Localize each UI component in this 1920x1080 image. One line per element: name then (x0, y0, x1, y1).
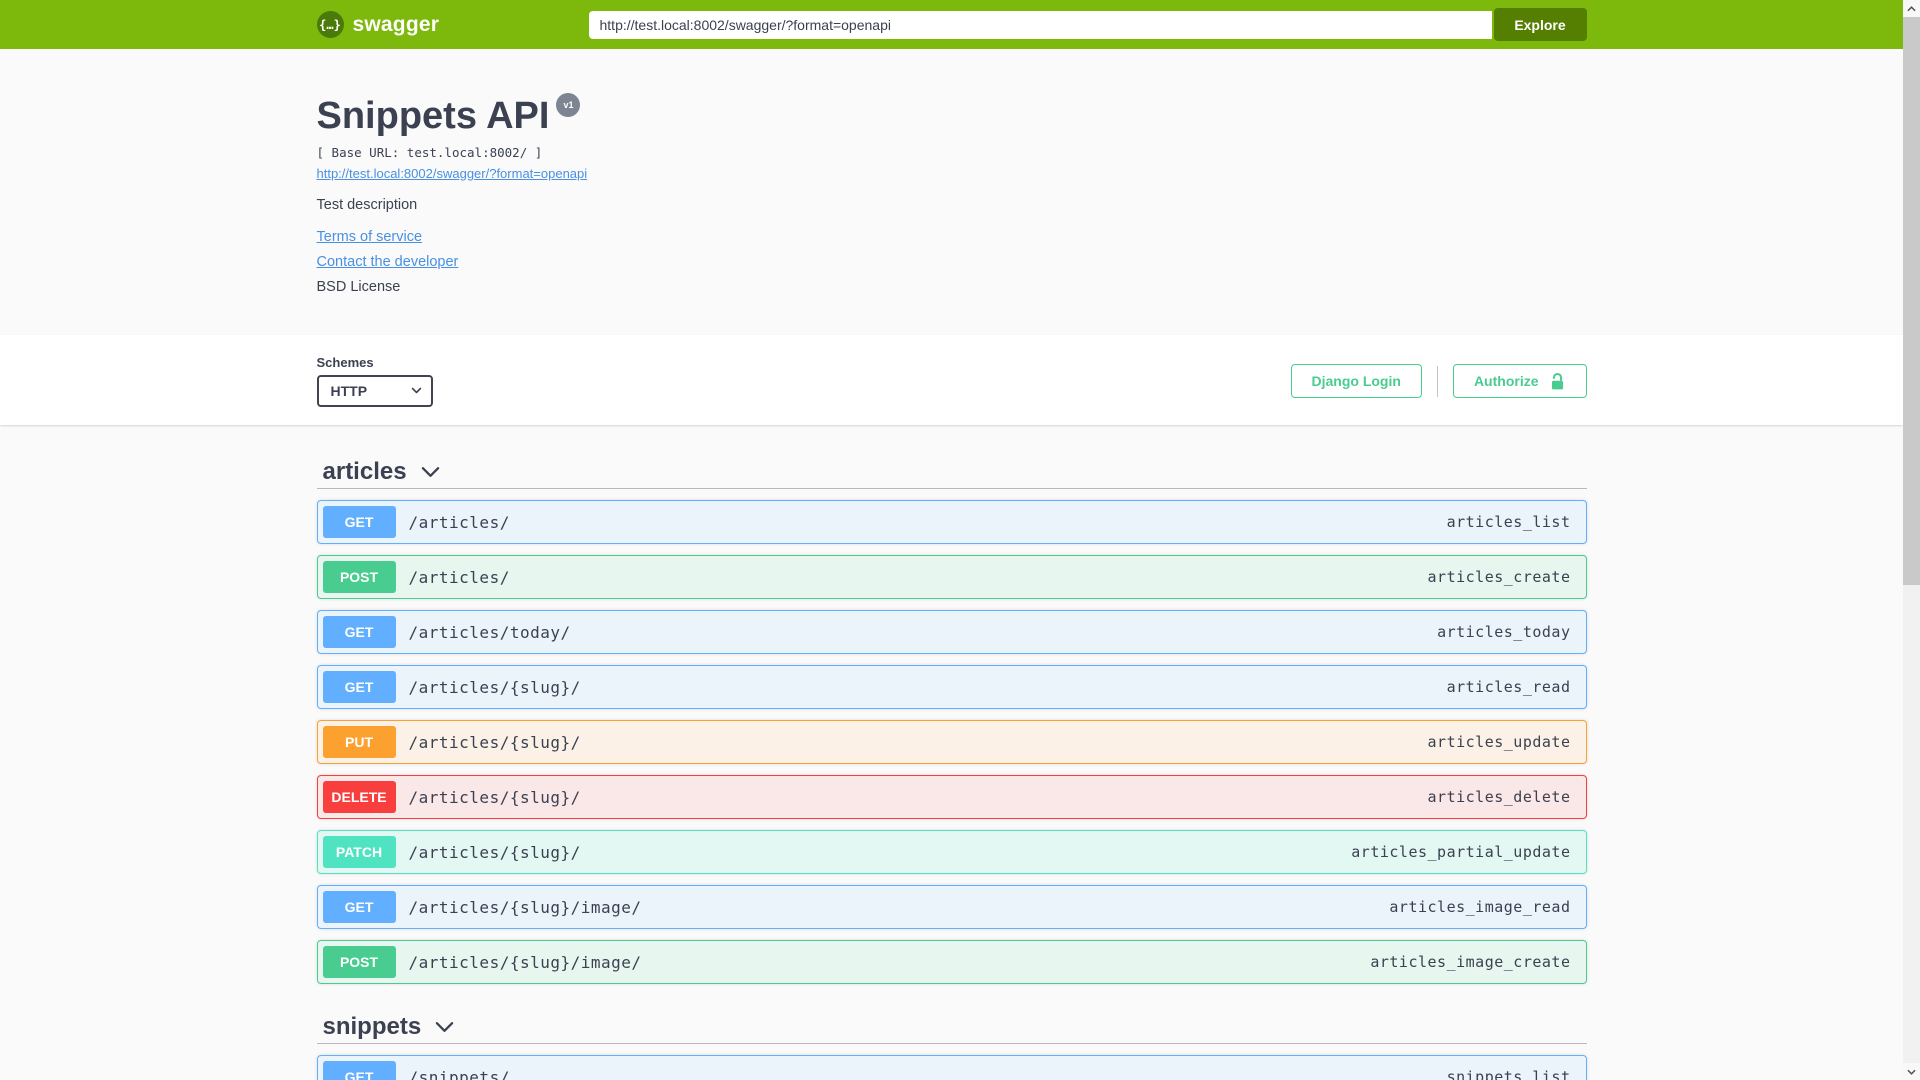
api-section: articles GET /articles/ articles_list PO… (316, 459, 1587, 984)
api-url-input[interactable] (588, 10, 1492, 39)
license-text: BSD License (316, 279, 401, 295)
operation-id: articles_today (1437, 623, 1571, 641)
schemes-label: Schemes (316, 355, 374, 370)
operation-id: articles_delete (1427, 788, 1571, 806)
django-login-label: Django Login (1311, 373, 1401, 389)
method-badge: GET (322, 671, 396, 703)
endpoint-row[interactable]: GET /snippets/ snippets_list (316, 1055, 1587, 1080)
endpoint-path: /snippets/ (408, 1067, 510, 1080)
api-description: Test description (316, 197, 418, 213)
swagger-ui-page: {…} swagger Explore Snippets API v1 [ Ba… (0, 0, 1903, 1080)
endpoint-path: /articles/today/ (408, 622, 571, 642)
api-title-text: Snippets API (316, 95, 550, 137)
scheme-select[interactable]: HTTP (316, 375, 433, 407)
endpoint-row[interactable]: PUT /articles/{slug}/ articles_update (316, 720, 1587, 764)
endpoint-row[interactable]: POST /articles/{slug}/image/ articles_im… (316, 940, 1587, 984)
scrollbar[interactable] (1903, 0, 1920, 1080)
operation-id: articles_partial_update (1351, 843, 1571, 861)
django-login-button[interactable]: Django Login (1290, 364, 1422, 398)
endpoint-path: /articles/{slug}/image/ (408, 952, 642, 972)
endpoint-path: /articles/{slug}/ (408, 787, 581, 807)
method-badge: PATCH (322, 836, 396, 868)
swagger-logo: {…} swagger (316, 11, 589, 38)
method-badge: POST (322, 561, 396, 593)
endpoint-path: /articles/{slug}/ (408, 842, 581, 862)
method-badge: GET (322, 891, 396, 923)
section-title-text: snippets (322, 1013, 422, 1040)
scrollbar-thumb[interactable] (1903, 17, 1920, 585)
method-badge: GET (322, 1061, 396, 1080)
api-info-section: Snippets API v1 [ Base URL: test.local:8… (0, 49, 1903, 335)
operation-id: articles_image_create (1370, 953, 1571, 971)
scheme-container: Schemes HTTP Django Login Authorize (0, 335, 1903, 425)
explore-button[interactable]: Explore (1493, 8, 1587, 41)
method-badge: PUT (322, 726, 396, 758)
section-title[interactable]: articles (317, 459, 1587, 485)
auth-wrapper: Django Login Authorize (1290, 364, 1587, 398)
terms-of-service-link[interactable]: Terms of service (317, 229, 423, 245)
endpoint-row[interactable]: GET /articles/{slug}/ articles_read (316, 665, 1587, 709)
section-divider (316, 488, 1587, 489)
sections: articles GET /articles/ articles_list PO… (316, 425, 1587, 1080)
endpoint-row[interactable]: GET /articles/{slug}/image/ articles_ima… (316, 885, 1587, 929)
endpoint-path: /articles/{slug}/ (408, 677, 581, 697)
schemes-group: Schemes HTTP (316, 355, 433, 407)
topbar: {…} swagger Explore (0, 0, 1903, 49)
operation-id: articles_update (1427, 733, 1571, 751)
page-title: Snippets API v1 (316, 93, 1587, 137)
endpoint-row[interactable]: GET /articles/today/ articles_today (316, 610, 1587, 654)
operation-id: articles_create (1427, 568, 1571, 586)
authorize-button[interactable]: Authorize (1452, 364, 1587, 398)
endpoint-row[interactable]: PATCH /articles/{slug}/ articles_partial… (316, 830, 1587, 874)
section-divider (316, 1043, 1587, 1044)
swagger-logo-icon: {…} (316, 11, 344, 38)
chevron-down-icon (435, 1020, 454, 1034)
endpoint-path: /articles/ (408, 567, 510, 587)
scroll-down-arrow[interactable] (1903, 1063, 1920, 1080)
chevron-down-icon (421, 465, 440, 479)
unlock-icon (1549, 372, 1566, 391)
contact-developer-link[interactable]: Contact the developer (317, 254, 459, 270)
operation-id: snippets_list (1446, 1068, 1571, 1080)
operation-id: articles_read (1446, 678, 1571, 696)
authorize-label: Authorize (1473, 373, 1539, 389)
method-badge: GET (322, 506, 396, 538)
endpoint-row[interactable]: POST /articles/ articles_create (316, 555, 1587, 599)
operation-id: articles_image_read (1389, 898, 1571, 916)
method-badge: DELETE (322, 781, 396, 813)
endpoint-row[interactable]: DELETE /articles/{slug}/ articles_delete (316, 775, 1587, 819)
base-url: [ Base URL: test.local:8002/ ] (316, 145, 543, 160)
operation-id: articles_list (1446, 513, 1571, 531)
endpoint-row[interactable]: GET /articles/ articles_list (316, 500, 1587, 544)
section-title[interactable]: snippets (317, 1014, 1587, 1040)
endpoint-path: /articles/{slug}/ (408, 732, 581, 752)
method-badge: POST (322, 946, 396, 978)
openapi-spec-link[interactable]: http://test.local:8002/swagger/?format=o… (317, 166, 588, 181)
section-title-text: articles (322, 458, 407, 485)
endpoint-path: /articles/{slug}/image/ (408, 897, 642, 917)
api-version-badge: v1 (556, 93, 581, 117)
method-badge: GET (322, 616, 396, 648)
auth-divider (1436, 365, 1438, 397)
scroll-up-arrow[interactable] (1903, 0, 1920, 17)
swagger-brand-text: swagger (352, 12, 440, 36)
api-section: snippets GET /snippets/ snippets_list (316, 1014, 1587, 1080)
endpoint-path: /articles/ (408, 512, 510, 532)
